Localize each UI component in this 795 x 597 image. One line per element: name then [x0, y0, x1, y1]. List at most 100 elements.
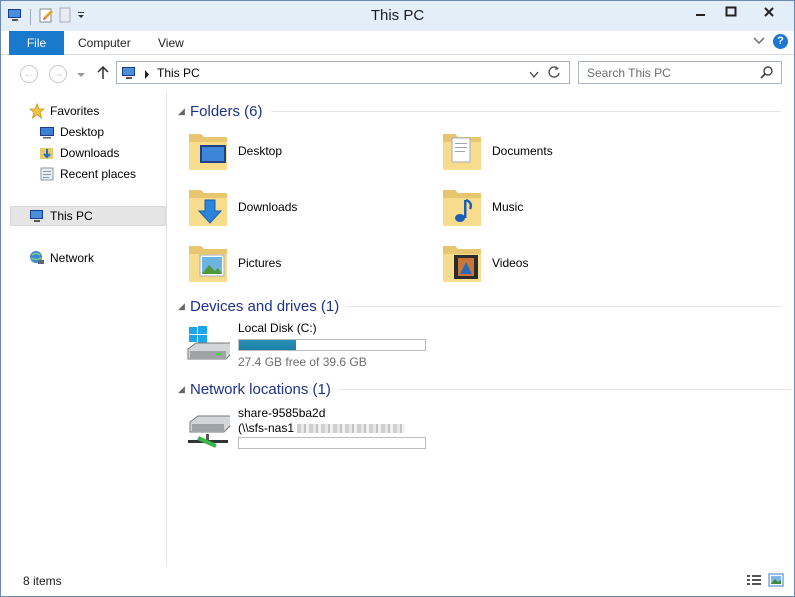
folder-tile-documents[interactable]: Documents — [440, 125, 680, 177]
network-location-tile[interactable]: share-9585ba2d (\\sfs-nas1 — [186, 404, 456, 454]
status-bar: 8 items — [1, 567, 794, 596]
drive-name: Local Disk (C:) — [238, 321, 317, 335]
search-input[interactable]: Search This PC — [587, 66, 671, 80]
desktop-folder-icon — [189, 134, 227, 170]
address-bar[interactable]: This PC — [116, 61, 570, 84]
documents-folder-icon — [443, 134, 481, 170]
network-icon — [30, 251, 44, 264]
group-divider — [347, 305, 782, 307]
group-title: Network locations (1) — [190, 380, 331, 398]
details-view-button[interactable] — [746, 573, 762, 590]
network-location-path: (\\sfs-nas1 — [238, 421, 406, 435]
sidebar-item-label: Downloads — [60, 146, 120, 160]
tab-file[interactable]: File — [9, 31, 64, 55]
collapse-chevron-icon[interactable]: ◢ — [178, 106, 190, 117]
group-header-drives[interactable]: ◢ Devices and drives (1) — [178, 296, 782, 316]
address-dropdown-button[interactable] — [529, 68, 539, 82]
desktop-icon — [40, 127, 54, 139]
drive-usage-fill — [239, 340, 297, 350]
window-title: This PC — [370, 7, 425, 24]
sidebar-item-favorites[interactable]: Favorites — [29, 101, 99, 121]
close-button[interactable] — [746, 1, 792, 23]
tab-computer[interactable]: Computer — [65, 31, 144, 55]
explorer-window: This PC File Computer View ? ← → This PC… — [0, 0, 795, 597]
collapse-chevron-icon[interactable]: ◢ — [178, 384, 190, 395]
folder-name: Pictures — [238, 256, 282, 270]
group-header-folders[interactable]: ◢ Folders (6) — [178, 101, 781, 121]
network-drive-icon — [188, 415, 230, 448]
view-switcher — [746, 573, 784, 590]
maximize-button[interactable] — [716, 1, 746, 23]
folder-tile-music[interactable]: Music — [440, 181, 680, 233]
sidebar-item-desktop[interactable]: Desktop — [39, 122, 104, 142]
item-count: 8 items — [23, 574, 62, 588]
group-title: Folders (6) — [190, 102, 263, 120]
collapse-chevron-icon[interactable]: ◢ — [178, 301, 190, 312]
navigation-pane: Favorites Desktop Downloads Recent place… — [1, 91, 167, 566]
chevron-down-icon — [529, 71, 539, 79]
sidebar-item-label: Recent places — [60, 167, 137, 181]
folder-tile-videos[interactable]: Videos — [440, 237, 680, 289]
folder-name: Desktop — [238, 144, 283, 158]
folder-name: Downloads — [238, 200, 298, 214]
content-pane: ◢ Folders (6) Desktop Documents Download… — [168, 91, 794, 566]
maximize-icon — [725, 6, 737, 17]
details-view-icon — [747, 575, 761, 585]
network-location-path-text: (\\sfs-nas1 — [238, 421, 295, 435]
breadcrumb[interactable]: This PC — [157, 66, 200, 80]
group-divider — [338, 388, 791, 390]
group-header-network[interactable]: ◢ Network locations (1) — [178, 379, 791, 399]
group-divider — [270, 110, 781, 112]
computer-icon — [121, 66, 137, 83]
sidebar-item-recent-places[interactable]: Recent places — [39, 164, 136, 184]
large-icons-view-icon — [768, 573, 784, 587]
refresh-button[interactable] — [548, 65, 561, 82]
group-title: Devices and drives (1) — [190, 297, 340, 315]
breadcrumb-arrow-icon[interactable] — [144, 68, 150, 82]
folder-tile-desktop[interactable]: Desktop — [186, 125, 426, 177]
network-location-name: share-9585ba2d — [238, 406, 326, 420]
folder-name: Music — [492, 200, 524, 214]
ribbon-controls: ? — [753, 34, 788, 49]
expand-ribbon-button[interactable] — [753, 35, 765, 49]
downloads-icon — [40, 148, 53, 159]
navigation-bar: ← → This PC Search This PC — [1, 56, 794, 91]
drive-usage-bar — [238, 339, 426, 351]
sidebar-item-label: This PC — [50, 209, 93, 223]
windows-drive-icon — [187, 326, 230, 360]
folder-tile-downloads[interactable]: Downloads — [186, 181, 426, 233]
back-arrow-icon: ← — [23, 66, 35, 80]
sidebar-item-network[interactable]: Network — [29, 248, 94, 268]
folder-tile-pictures[interactable]: Pictures — [186, 237, 426, 289]
minimize-button[interactable] — [686, 1, 716, 23]
drive-tile-local-disk[interactable]: Local Disk (C:) 27.4 GB free of 39.6 GB — [186, 319, 456, 369]
drive-free-space: 27.4 GB free of 39.6 GB — [238, 355, 367, 369]
forward-arrow-icon: → — [52, 66, 64, 80]
large-icons-view-button[interactable] — [768, 573, 784, 590]
recent-places-icon — [40, 167, 54, 181]
chevron-down-icon — [77, 73, 85, 77]
window-controls — [686, 1, 792, 23]
minimize-icon — [696, 14, 705, 16]
search-box[interactable]: Search This PC — [578, 61, 782, 84]
up-arrow-icon — [97, 65, 109, 79]
folder-name: Documents — [492, 144, 553, 158]
title-bar: This PC — [1, 1, 794, 31]
recent-locations-button[interactable] — [77, 68, 85, 82]
folder-name: Videos — [492, 256, 529, 270]
up-button[interactable] — [97, 65, 109, 83]
search-icon[interactable] — [760, 66, 773, 82]
pictures-folder-icon — [189, 246, 227, 282]
computer-icon — [30, 210, 43, 222]
forward-button[interactable]: → — [49, 65, 67, 83]
sidebar-item-downloads[interactable]: Downloads — [39, 143, 119, 163]
redacted-text — [297, 424, 406, 434]
star-icon — [29, 103, 45, 119]
sidebar-item-this-pc[interactable]: This PC — [10, 206, 166, 226]
back-button[interactable]: ← — [20, 65, 38, 83]
tab-view[interactable]: View — [145, 31, 197, 55]
sidebar-item-label: Network — [50, 251, 95, 265]
close-icon — [764, 7, 774, 17]
sidebar-item-label: Favorites — [50, 104, 100, 118]
help-icon[interactable]: ? — [773, 34, 788, 49]
